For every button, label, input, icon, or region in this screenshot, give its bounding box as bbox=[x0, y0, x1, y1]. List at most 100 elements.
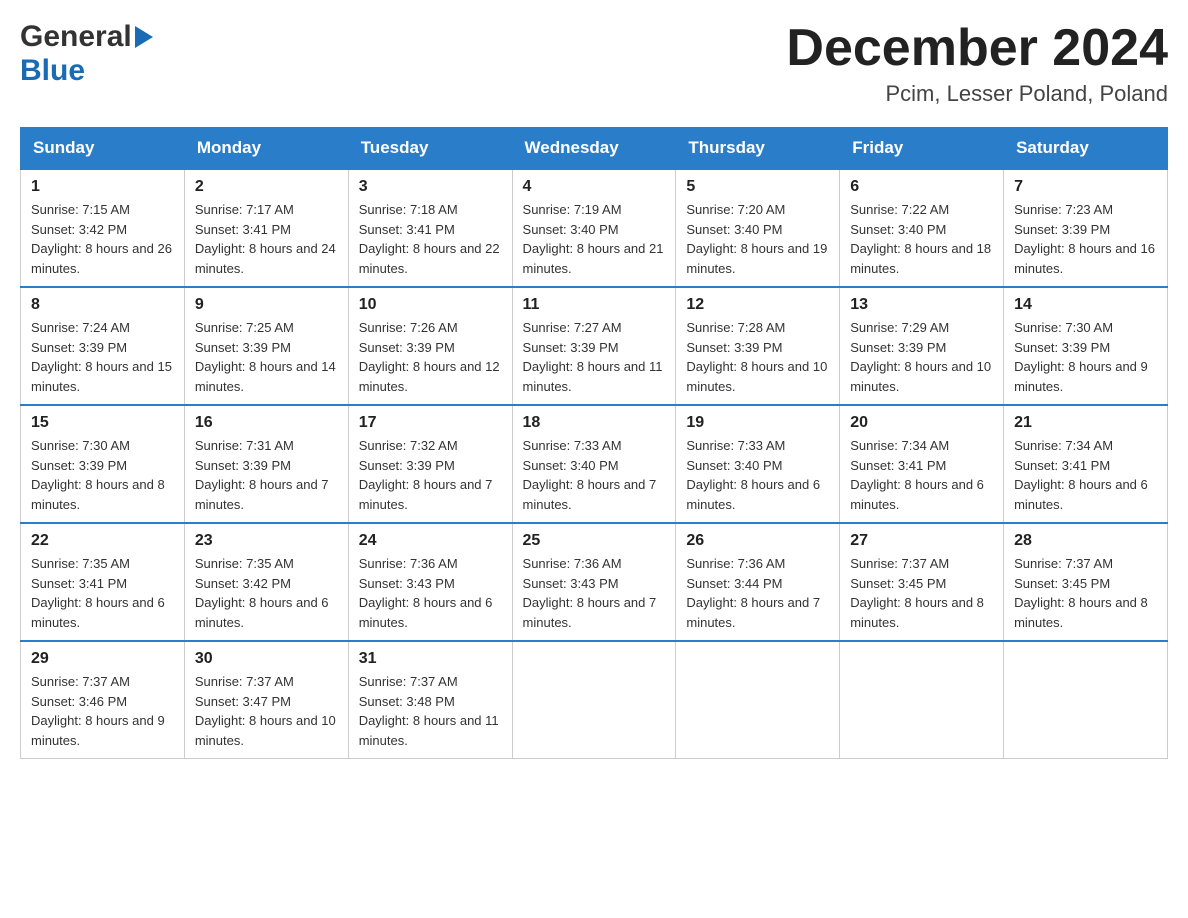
day-number: 9 bbox=[195, 296, 338, 314]
day-number: 2 bbox=[195, 178, 338, 196]
calendar-cell: 19 Sunrise: 7:33 AM Sunset: 3:40 PM Dayl… bbox=[676, 405, 840, 523]
day-info: Sunrise: 7:37 AM Sunset: 3:45 PM Dayligh… bbox=[850, 554, 993, 632]
title-area: December 2024 Pcim, Lesser Poland, Polan… bbox=[786, 20, 1168, 107]
calendar-cell: 12 Sunrise: 7:28 AM Sunset: 3:39 PM Dayl… bbox=[676, 287, 840, 405]
day-info: Sunrise: 7:34 AM Sunset: 3:41 PM Dayligh… bbox=[850, 436, 993, 514]
day-info: Sunrise: 7:37 AM Sunset: 3:47 PM Dayligh… bbox=[195, 672, 338, 750]
col-monday: Monday bbox=[184, 128, 348, 170]
day-number: 8 bbox=[31, 296, 174, 314]
day-info: Sunrise: 7:24 AM Sunset: 3:39 PM Dayligh… bbox=[31, 318, 174, 396]
day-number: 5 bbox=[686, 178, 829, 196]
day-number: 21 bbox=[1014, 414, 1157, 432]
day-info: Sunrise: 7:37 AM Sunset: 3:46 PM Dayligh… bbox=[31, 672, 174, 750]
calendar-cell: 21 Sunrise: 7:34 AM Sunset: 3:41 PM Dayl… bbox=[1004, 405, 1168, 523]
calendar-cell: 15 Sunrise: 7:30 AM Sunset: 3:39 PM Dayl… bbox=[21, 405, 185, 523]
day-number: 22 bbox=[31, 532, 174, 550]
day-number: 17 bbox=[359, 414, 502, 432]
calendar-cell: 3 Sunrise: 7:18 AM Sunset: 3:41 PM Dayli… bbox=[348, 169, 512, 287]
day-number: 19 bbox=[686, 414, 829, 432]
day-info: Sunrise: 7:25 AM Sunset: 3:39 PM Dayligh… bbox=[195, 318, 338, 396]
day-number: 30 bbox=[195, 650, 338, 668]
day-info: Sunrise: 7:35 AM Sunset: 3:42 PM Dayligh… bbox=[195, 554, 338, 632]
week-row-1: 1 Sunrise: 7:15 AM Sunset: 3:42 PM Dayli… bbox=[21, 169, 1168, 287]
day-number: 6 bbox=[850, 178, 993, 196]
calendar-cell: 26 Sunrise: 7:36 AM Sunset: 3:44 PM Dayl… bbox=[676, 523, 840, 641]
logo-blue-text: Blue bbox=[20, 54, 85, 87]
day-info: Sunrise: 7:36 AM Sunset: 3:43 PM Dayligh… bbox=[523, 554, 666, 632]
calendar-cell: 4 Sunrise: 7:19 AM Sunset: 3:40 PM Dayli… bbox=[512, 169, 676, 287]
calendar-cell: 14 Sunrise: 7:30 AM Sunset: 3:39 PM Dayl… bbox=[1004, 287, 1168, 405]
calendar-cell: 13 Sunrise: 7:29 AM Sunset: 3:39 PM Dayl… bbox=[840, 287, 1004, 405]
week-row-4: 22 Sunrise: 7:35 AM Sunset: 3:41 PM Dayl… bbox=[21, 523, 1168, 641]
day-number: 4 bbox=[523, 178, 666, 196]
day-info: Sunrise: 7:15 AM Sunset: 3:42 PM Dayligh… bbox=[31, 200, 174, 278]
calendar-cell: 11 Sunrise: 7:27 AM Sunset: 3:39 PM Dayl… bbox=[512, 287, 676, 405]
calendar-cell: 30 Sunrise: 7:37 AM Sunset: 3:47 PM Dayl… bbox=[184, 641, 348, 759]
day-info: Sunrise: 7:30 AM Sunset: 3:39 PM Dayligh… bbox=[31, 436, 174, 514]
logo-line1: General bbox=[20, 20, 153, 54]
day-number: 23 bbox=[195, 532, 338, 550]
location-title: Pcim, Lesser Poland, Poland bbox=[786, 81, 1168, 107]
col-friday: Friday bbox=[840, 128, 1004, 170]
calendar-cell: 16 Sunrise: 7:31 AM Sunset: 3:39 PM Dayl… bbox=[184, 405, 348, 523]
day-info: Sunrise: 7:37 AM Sunset: 3:48 PM Dayligh… bbox=[359, 672, 502, 750]
day-number: 27 bbox=[850, 532, 993, 550]
calendar-cell: 22 Sunrise: 7:35 AM Sunset: 3:41 PM Dayl… bbox=[21, 523, 185, 641]
calendar-cell: 23 Sunrise: 7:35 AM Sunset: 3:42 PM Dayl… bbox=[184, 523, 348, 641]
day-number: 13 bbox=[850, 296, 993, 314]
day-number: 11 bbox=[523, 296, 666, 314]
day-info: Sunrise: 7:19 AM Sunset: 3:40 PM Dayligh… bbox=[523, 200, 666, 278]
day-number: 18 bbox=[523, 414, 666, 432]
logo: General Blue bbox=[20, 20, 153, 88]
col-wednesday: Wednesday bbox=[512, 128, 676, 170]
page-header: General Blue December 2024 Pcim, Lesser … bbox=[20, 20, 1168, 107]
days-of-week-row: Sunday Monday Tuesday Wednesday Thursday… bbox=[21, 128, 1168, 170]
calendar-cell: 9 Sunrise: 7:25 AM Sunset: 3:39 PM Dayli… bbox=[184, 287, 348, 405]
day-number: 24 bbox=[359, 532, 502, 550]
day-number: 29 bbox=[31, 650, 174, 668]
calendar-cell: 27 Sunrise: 7:37 AM Sunset: 3:45 PM Dayl… bbox=[840, 523, 1004, 641]
week-row-2: 8 Sunrise: 7:24 AM Sunset: 3:39 PM Dayli… bbox=[21, 287, 1168, 405]
calendar-cell: 28 Sunrise: 7:37 AM Sunset: 3:45 PM Dayl… bbox=[1004, 523, 1168, 641]
day-number: 7 bbox=[1014, 178, 1157, 196]
day-info: Sunrise: 7:20 AM Sunset: 3:40 PM Dayligh… bbox=[686, 200, 829, 278]
day-info: Sunrise: 7:17 AM Sunset: 3:41 PM Dayligh… bbox=[195, 200, 338, 278]
day-number: 12 bbox=[686, 296, 829, 314]
day-info: Sunrise: 7:33 AM Sunset: 3:40 PM Dayligh… bbox=[523, 436, 666, 514]
calendar-cell: 29 Sunrise: 7:37 AM Sunset: 3:46 PM Dayl… bbox=[21, 641, 185, 759]
logo-line2: Blue bbox=[20, 54, 85, 88]
calendar-cell: 8 Sunrise: 7:24 AM Sunset: 3:39 PM Dayli… bbox=[21, 287, 185, 405]
month-title: December 2024 bbox=[786, 20, 1168, 77]
day-number: 3 bbox=[359, 178, 502, 196]
day-info: Sunrise: 7:34 AM Sunset: 3:41 PM Dayligh… bbox=[1014, 436, 1157, 514]
calendar-cell: 6 Sunrise: 7:22 AM Sunset: 3:40 PM Dayli… bbox=[840, 169, 1004, 287]
day-info: Sunrise: 7:27 AM Sunset: 3:39 PM Dayligh… bbox=[523, 318, 666, 396]
calendar-cell: 5 Sunrise: 7:20 AM Sunset: 3:40 PM Dayli… bbox=[676, 169, 840, 287]
col-thursday: Thursday bbox=[676, 128, 840, 170]
week-row-3: 15 Sunrise: 7:30 AM Sunset: 3:39 PM Dayl… bbox=[21, 405, 1168, 523]
day-info: Sunrise: 7:36 AM Sunset: 3:43 PM Dayligh… bbox=[359, 554, 502, 632]
calendar-cell: 25 Sunrise: 7:36 AM Sunset: 3:43 PM Dayl… bbox=[512, 523, 676, 641]
calendar-cell: 24 Sunrise: 7:36 AM Sunset: 3:43 PM Dayl… bbox=[348, 523, 512, 641]
calendar-cell: 17 Sunrise: 7:32 AM Sunset: 3:39 PM Dayl… bbox=[348, 405, 512, 523]
day-number: 15 bbox=[31, 414, 174, 432]
day-number: 26 bbox=[686, 532, 829, 550]
day-number: 16 bbox=[195, 414, 338, 432]
col-tuesday: Tuesday bbox=[348, 128, 512, 170]
day-info: Sunrise: 7:35 AM Sunset: 3:41 PM Dayligh… bbox=[31, 554, 174, 632]
day-info: Sunrise: 7:28 AM Sunset: 3:39 PM Dayligh… bbox=[686, 318, 829, 396]
day-info: Sunrise: 7:30 AM Sunset: 3:39 PM Dayligh… bbox=[1014, 318, 1157, 396]
calendar-cell bbox=[840, 641, 1004, 759]
day-info: Sunrise: 7:23 AM Sunset: 3:39 PM Dayligh… bbox=[1014, 200, 1157, 278]
calendar-cell bbox=[512, 641, 676, 759]
day-number: 10 bbox=[359, 296, 502, 314]
day-info: Sunrise: 7:31 AM Sunset: 3:39 PM Dayligh… bbox=[195, 436, 338, 514]
day-number: 14 bbox=[1014, 296, 1157, 314]
col-sunday: Sunday bbox=[21, 128, 185, 170]
calendar-cell: 18 Sunrise: 7:33 AM Sunset: 3:40 PM Dayl… bbox=[512, 405, 676, 523]
day-number: 28 bbox=[1014, 532, 1157, 550]
day-number: 1 bbox=[31, 178, 174, 196]
day-info: Sunrise: 7:33 AM Sunset: 3:40 PM Dayligh… bbox=[686, 436, 829, 514]
calendar-cell: 7 Sunrise: 7:23 AM Sunset: 3:39 PM Dayli… bbox=[1004, 169, 1168, 287]
calendar-table: Sunday Monday Tuesday Wednesday Thursday… bbox=[20, 127, 1168, 759]
